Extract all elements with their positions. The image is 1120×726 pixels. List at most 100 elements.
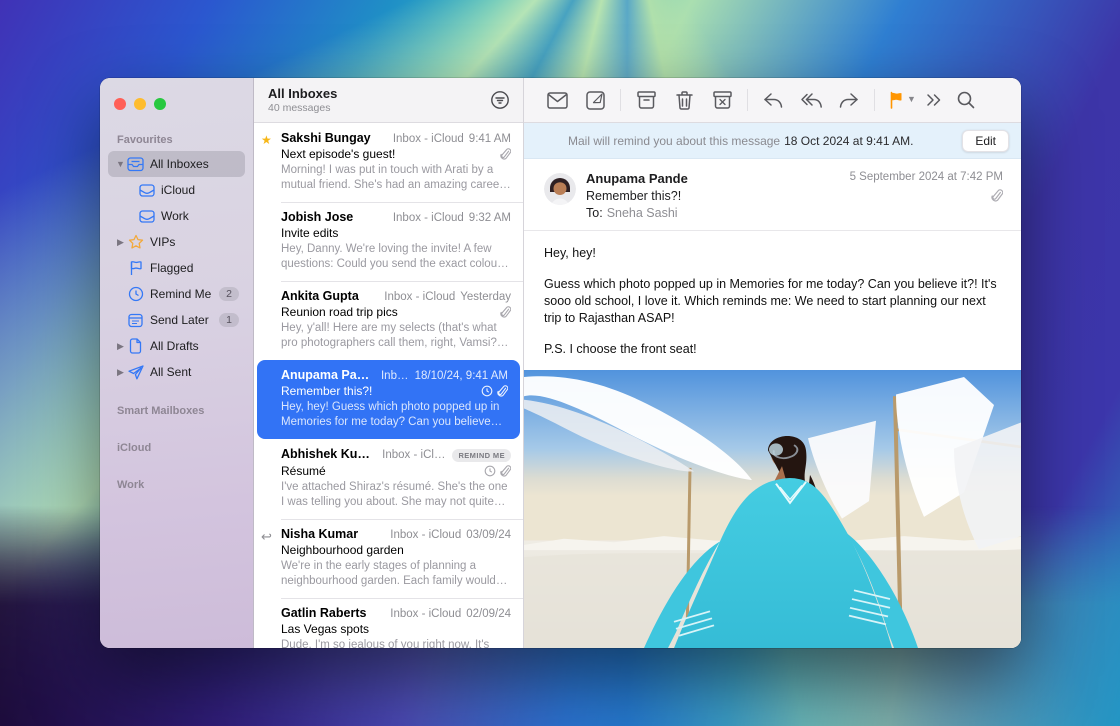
sidebar-item-all-drafts[interactable]: ▶ All Drafts xyxy=(108,333,245,359)
message-header: Anupama Pande Remember this?! To: Sneha S… xyxy=(524,159,1021,231)
message-time: 9:32 AM xyxy=(469,212,511,224)
sender: Nisha Kumar xyxy=(281,527,358,541)
toolbar-divider xyxy=(620,89,621,111)
to-label: To: xyxy=(586,206,603,220)
filter-icon[interactable] xyxy=(489,89,511,111)
message-row[interactable]: Abhishek Kumar Inbox - iCloud REMIND ME … xyxy=(254,439,523,519)
remind-me-count-badge: 2 xyxy=(219,287,239,301)
favourites-section-label: Favourites xyxy=(108,128,245,151)
message-time: 02/09/24 xyxy=(466,608,511,620)
junk-button[interactable] xyxy=(703,85,741,115)
reminder-clock-icon xyxy=(481,385,493,397)
compose-button[interactable] xyxy=(576,85,614,115)
toolbar: ▼ xyxy=(524,78,1021,123)
mailbox-title: All Inboxes xyxy=(268,86,489,101)
reply-button[interactable] xyxy=(754,85,792,115)
chevron-right-icon[interactable]: ▶ xyxy=(114,237,127,248)
message-time: 9:41 AM xyxy=(469,133,511,145)
message-count: 40 messages xyxy=(268,102,489,114)
sidebar-item-label: Flagged xyxy=(150,261,239,275)
minimize-window-button[interactable] xyxy=(134,98,146,110)
mailbox-label: Inbox - iCloud xyxy=(393,212,464,224)
preview: I've attached Shiraz's résumé. She's the… xyxy=(281,480,511,510)
message-subject: Remember this?! xyxy=(586,189,840,203)
sidebar-item-label: iCloud xyxy=(161,183,239,197)
message-time: 18/10/24, 9:41 AM xyxy=(415,370,508,382)
sidebar-item-icloud-inbox[interactable]: iCloud xyxy=(132,177,245,203)
message-row-selected[interactable]: Anupama Pande Inbox - iCloud 18/10/24, 9… xyxy=(257,360,520,439)
mail-window: Favourites ▼ All Inboxes iCloud Work ▶ xyxy=(100,78,1021,648)
body-paragraph: Guess which photo popped up in Memories … xyxy=(544,276,1001,327)
message-sender-name: Anupama Pande xyxy=(586,171,840,186)
preview: Morning! I was put in touch with Arati b… xyxy=(281,163,511,193)
sidebar-item-all-inboxes[interactable]: ▼ All Inboxes xyxy=(108,151,245,177)
zoom-window-button[interactable] xyxy=(154,98,166,110)
message-list-header: All Inboxes 40 messages xyxy=(254,78,523,123)
chevron-down-icon[interactable]: ▼ xyxy=(114,159,127,169)
recipient-name[interactable]: Sneha Sashi xyxy=(607,206,678,220)
sidebar-item-label: Remind Me xyxy=(150,287,219,301)
message-row[interactable]: ↩ Nisha Kumar Inbox - iCloud 03/09/24 Ne… xyxy=(254,519,523,598)
archive-button[interactable] xyxy=(627,85,665,115)
sidebar-item-label: All Drafts xyxy=(150,339,239,353)
attachment-paperclip-icon[interactable] xyxy=(991,189,1003,202)
sidebar-item-send-later[interactable]: ▶ Send Later 1 xyxy=(108,307,245,333)
sender-avatar[interactable] xyxy=(544,173,576,205)
sidebar-item-flagged[interactable]: ▶ Flagged xyxy=(108,255,245,281)
all-inboxes-icon xyxy=(127,156,144,173)
mailbox-label: Inbox - iCloud xyxy=(382,449,447,461)
preview: Dude, I'm so jealous of you right now. I… xyxy=(281,638,511,649)
message-row[interactable]: Ankita Gupta Inbox - iCloud Yesterday Re… xyxy=(254,281,523,360)
subject: Las Vegas spots xyxy=(281,622,511,636)
reminder-banner-text: Mail will remind you about this message xyxy=(568,134,780,148)
flag-icon xyxy=(127,260,144,277)
get-mail-button[interactable] xyxy=(538,85,576,115)
trash-button[interactable] xyxy=(665,85,703,115)
sidebar-item-work-inbox[interactable]: Work xyxy=(132,203,245,229)
message-row[interactable]: Gatlin Raberts Inbox - iCloud 02/09/24 L… xyxy=(254,598,523,649)
chevron-right-icon[interactable]: ▶ xyxy=(114,367,127,378)
send-later-count-badge: 1 xyxy=(219,313,239,327)
sidebar-item-label: Work xyxy=(161,209,239,223)
sender: Sakshi Bungay xyxy=(281,131,371,145)
message-row[interactable]: Jobish Jose Inbox - iCloud 9:32 AM Invit… xyxy=(254,202,523,281)
paperclip-icon xyxy=(497,385,508,397)
edit-reminder-button[interactable]: Edit xyxy=(962,130,1009,152)
subject: Neighbourhood garden xyxy=(281,543,511,557)
subject: Remember this?! xyxy=(281,384,475,398)
message-row[interactable]: ★ Sakshi Bungay Inbox - iCloud 9:41 AM N… xyxy=(254,123,523,202)
search-icon[interactable] xyxy=(950,85,982,115)
message-body: Hey, hey! Guess which photo popped up in… xyxy=(524,231,1021,370)
attached-photo[interactable] xyxy=(524,370,1021,648)
sidebar: Favourites ▼ All Inboxes iCloud Work ▶ xyxy=(100,78,254,648)
flag-menu-chevron-icon[interactable]: ▼ xyxy=(907,94,916,104)
sidebar-item-label: VIPs xyxy=(150,235,239,249)
sidebar-item-vips[interactable]: ▶ VIPs xyxy=(108,229,245,255)
sidebar-item-all-sent[interactable]: ▶ All Sent xyxy=(108,359,245,385)
subject: Reunion road trip pics xyxy=(281,305,494,319)
forward-button[interactable] xyxy=(830,85,868,115)
sender: Abhishek Kumar xyxy=(281,447,376,461)
body-paragraph: P.S. I choose the front seat! xyxy=(544,341,1001,358)
toolbar-divider xyxy=(874,89,875,111)
reminder-banner-date: 18 Oct 2024 at 9:41 AM. xyxy=(784,134,913,148)
paperclip-icon xyxy=(500,306,511,318)
sender: Jobish Jose xyxy=(281,210,353,224)
close-window-button[interactable] xyxy=(114,98,126,110)
sidebar-item-remind-me[interactable]: ▶ Remind Me 2 xyxy=(108,281,245,307)
message-list-pane: All Inboxes 40 messages ★ Sakshi Bungay … xyxy=(254,78,524,648)
paper-plane-icon xyxy=(127,364,144,381)
work-section-label[interactable]: Work xyxy=(108,473,245,496)
preview: We're in the early stages of planning a … xyxy=(281,559,511,589)
mailbox-label: Inbox - iCloud xyxy=(384,291,455,303)
replied-arrow-icon: ↩ xyxy=(261,529,277,545)
reply-all-button[interactable] xyxy=(792,85,830,115)
chevron-right-icon[interactable]: ▶ xyxy=(114,341,127,352)
message-date: 5 September 2024 at 7:42 PM xyxy=(850,171,1003,183)
icloud-section-label[interactable]: iCloud xyxy=(108,436,245,459)
more-toolbar-items-button[interactable] xyxy=(918,85,950,115)
draft-document-icon xyxy=(127,338,144,355)
mailbox-label: Inbox - iCloud xyxy=(390,529,461,541)
paperclip-icon xyxy=(500,465,511,477)
smart-mailboxes-section-label[interactable]: Smart Mailboxes xyxy=(108,399,245,422)
